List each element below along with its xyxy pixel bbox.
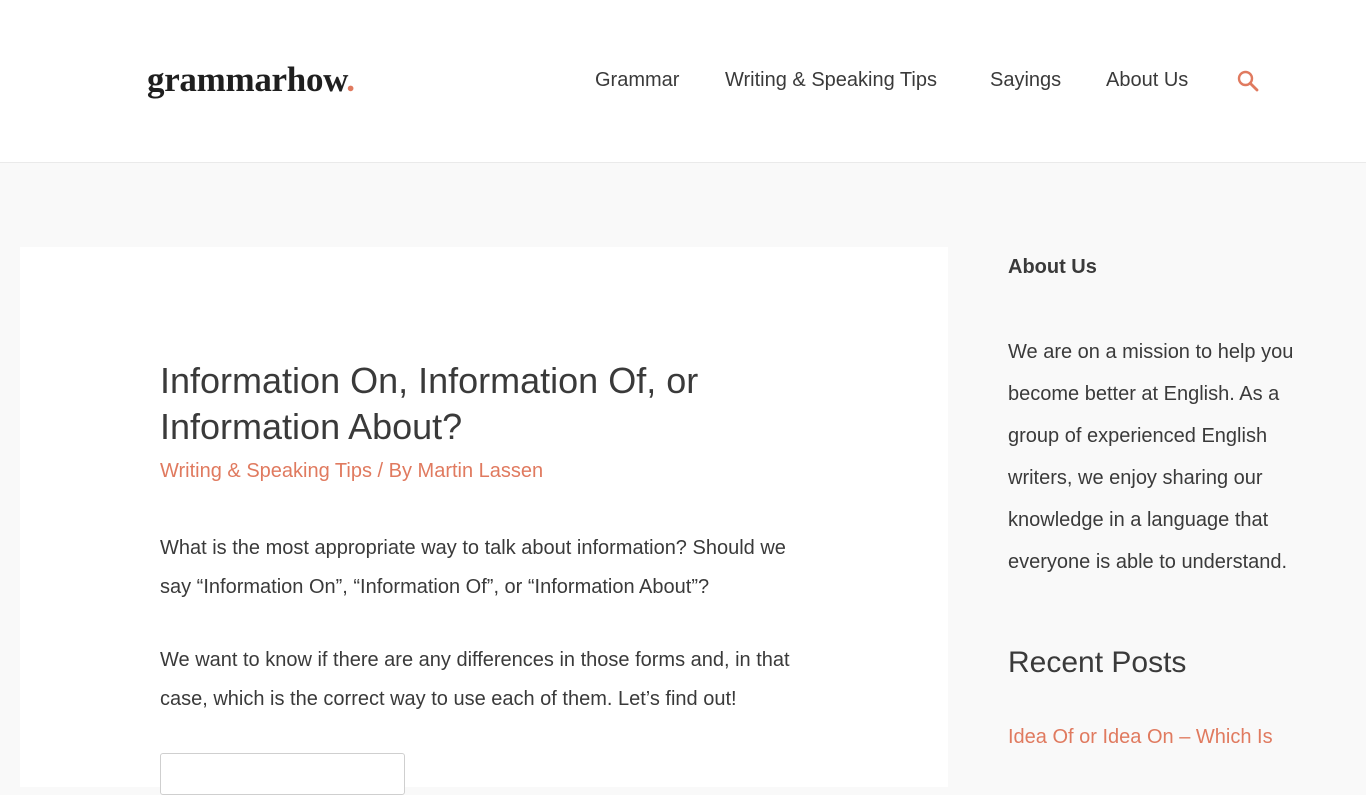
category-link[interactable]: Writing & Speaking Tips bbox=[160, 460, 372, 482]
site-logo[interactable]: grammarhow. bbox=[147, 60, 355, 100]
byline-separator: / By bbox=[371, 460, 418, 482]
logo-text: grammarhow bbox=[147, 60, 347, 99]
article-paragraph: We want to know if there are any differe… bbox=[160, 649, 790, 710]
search-icon[interactable] bbox=[1237, 70, 1259, 92]
sidebar-about-text: We are on a mission to help you become b… bbox=[1008, 341, 1294, 573]
article-title: Information On, Information Of, or Infor… bbox=[160, 360, 699, 447]
recent-post-link[interactable]: Idea Of or Idea On – Which Is bbox=[1008, 726, 1273, 749]
article-paragraph: What is the most appropriate way to talk… bbox=[160, 537, 786, 598]
nav-item-sayings[interactable]: Sayings bbox=[990, 69, 1061, 92]
table-of-contents-box[interactable] bbox=[160, 753, 405, 795]
sidebar-about-title: About Us bbox=[1008, 256, 1097, 278]
nav-item-about-us[interactable]: About Us bbox=[1106, 69, 1188, 92]
article-meta: Writing & Speaking Tips / By Martin Lass… bbox=[160, 460, 543, 483]
author-link[interactable]: Martin Lassen bbox=[418, 460, 544, 482]
logo-dot: . bbox=[346, 60, 355, 99]
nav-item-grammar[interactable]: Grammar bbox=[595, 69, 679, 92]
site-header: grammarhow. Grammar Writing & Speaking T… bbox=[0, 0, 1366, 163]
article-card: Information On, Information Of, or Infor… bbox=[20, 247, 948, 795]
nav-item-writing-speaking-tips[interactable]: Writing & Speaking Tips bbox=[725, 69, 937, 92]
recent-posts-title: Recent Posts bbox=[1008, 646, 1187, 679]
